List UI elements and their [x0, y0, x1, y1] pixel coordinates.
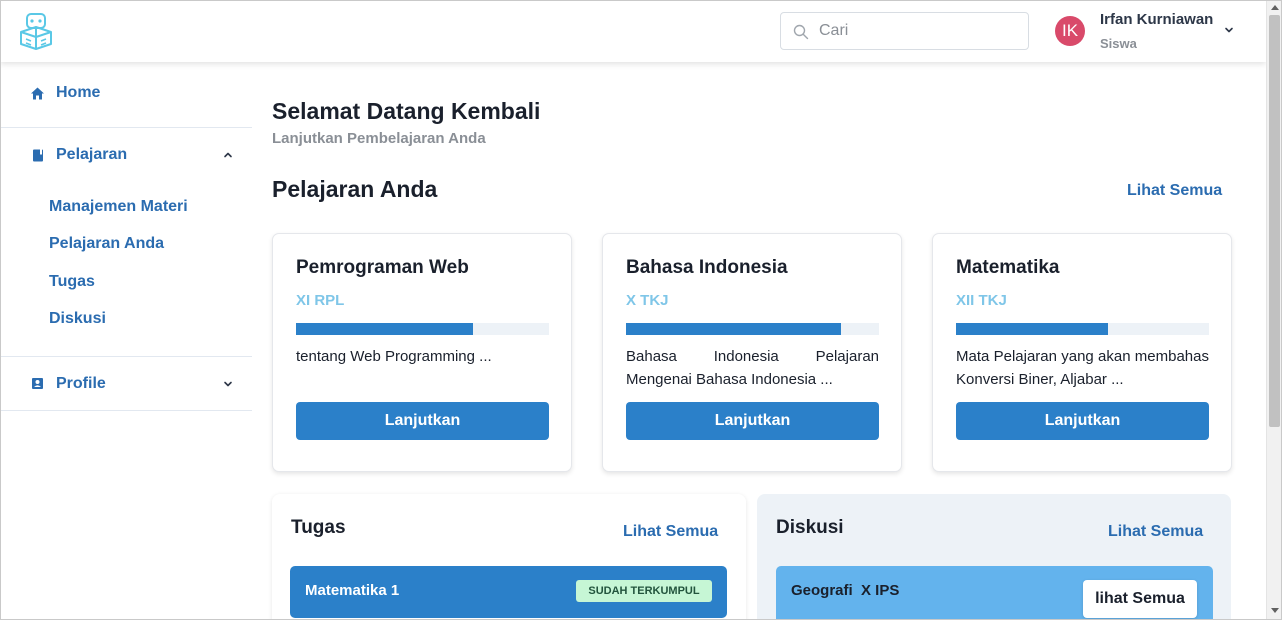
course-progress-bar [956, 323, 1209, 335]
course-progress-fill [626, 323, 842, 335]
chevron-down-icon[interactable] [1223, 24, 1235, 36]
continue-button[interactable]: Lanjutkan [626, 402, 879, 440]
sidebar-item-pelajaran[interactable]: Pelajaran [0, 138, 252, 170]
sidebar-divider [0, 127, 252, 128]
sidebar-item-profile[interactable]: Profile [0, 367, 252, 401]
discussion-item[interactable]: Geografi X IPS lihat Semua [776, 566, 1213, 620]
course-class: XII TKJ [956, 292, 1007, 309]
search-box[interactable] [780, 12, 1029, 50]
user-name: Irfan Kurniawan [1100, 11, 1214, 28]
course-class: X TKJ [626, 292, 669, 309]
tasks-panel: Tugas Lihat Semua Matematika 1 SUDAH TER… [272, 494, 746, 620]
course-card: Bahasa Indonesia X TKJ Bahasa Indonesia … [602, 233, 902, 472]
sidebar-item-label: Home [56, 84, 101, 101]
course-progress-fill [956, 323, 1108, 335]
user-menu[interactable]: IK Irfan Kurniawan Siswa [1055, 8, 1245, 54]
discussions-panel-title: Diskusi [776, 517, 844, 538]
scroll-up-arrow-icon[interactable] [1271, 5, 1279, 10]
courses-see-all-link[interactable]: Lihat Semua [1127, 182, 1222, 200]
user-role: Siswa [1100, 36, 1137, 51]
page-title: Selamat Datang Kembali [272, 98, 541, 124]
course-description: tentang Web Programming ... [296, 348, 492, 365]
chevron-down-icon[interactable] [222, 378, 234, 390]
course-title: Matematika [956, 257, 1060, 278]
home-icon [31, 87, 44, 100]
course-progress-fill [296, 323, 474, 335]
course-title: Bahasa Indonesia [626, 257, 788, 278]
discussions-see-all-link[interactable]: Lihat Semua [1108, 523, 1203, 541]
sidebar-divider [0, 356, 252, 357]
sidebar-subitem-manajemen-materi[interactable]: Manajemen Materi [49, 198, 188, 216]
sidebar-item-home[interactable]: Home [0, 76, 252, 112]
scroll-thumb[interactable] [1269, 15, 1280, 427]
course-title: Pemrograman Web [296, 257, 469, 278]
continue-button[interactable]: Lanjutkan [956, 402, 1209, 440]
robot-book-icon[interactable] [18, 12, 54, 50]
sidebar-item-label: Pelajaran [56, 146, 128, 163]
sidebar-divider [0, 410, 252, 411]
search-input[interactable] [819, 17, 1019, 45]
page-scrollbar[interactable] [1266, 0, 1282, 620]
course-progress-bar [296, 323, 549, 335]
search-icon [793, 24, 809, 40]
sidebar-item-label: Profile [56, 375, 106, 392]
task-item[interactable]: Matematika 1 SUDAH TERKUMPUL [290, 566, 727, 618]
course-description: Mata Pelajaran yang akan membahas Konver… [956, 348, 1209, 388]
tasks-see-all-link[interactable]: Lihat Semua [623, 523, 718, 541]
course-progress-bar [626, 323, 879, 335]
course-description: Bahasa Indonesia Pelajaran Mengenai Baha… [626, 348, 879, 388]
discussions-panel: Diskusi Lihat Semua Geografi X IPS lihat… [757, 494, 1231, 620]
courses-section-title: Pelajaran Anda [272, 176, 438, 202]
id-card-icon [32, 378, 43, 389]
course-card: Matematika XII TKJ Mata Pelajaran yang a… [932, 233, 1232, 472]
avatar[interactable]: IK [1055, 16, 1085, 46]
scroll-down-arrow-icon[interactable] [1271, 608, 1279, 613]
sidebar-subitem-diskusi[interactable]: Diskusi [49, 310, 106, 328]
continue-button[interactable]: Lanjutkan [296, 402, 549, 440]
status-badge: SUDAH TERKUMPUL [576, 580, 712, 602]
sidebar-subitem-tugas[interactable]: Tugas [49, 273, 95, 291]
course-card: Pemrograman Web XI RPL tentang Web Progr… [272, 233, 572, 472]
tasks-panel-title: Tugas [291, 517, 346, 538]
course-class: XI RPL [296, 292, 345, 309]
discussion-name: Geografi X IPS [791, 582, 900, 599]
task-name: Matematika 1 [305, 582, 400, 599]
top-header: IK Irfan Kurniawan Siswa [0, 0, 1266, 62]
sidebar-subitem-pelajaran-anda[interactable]: Pelajaran Anda [49, 235, 164, 253]
chevron-up-icon[interactable] [222, 149, 234, 161]
discussion-view-button[interactable]: lihat Semua [1083, 580, 1197, 618]
book-icon [33, 149, 43, 162]
page-subtitle: Lanjutkan Pembelajaran Anda [272, 130, 486, 147]
sidebar: Home Pelajaran Manajemen Materi Pelajara… [0, 62, 252, 620]
